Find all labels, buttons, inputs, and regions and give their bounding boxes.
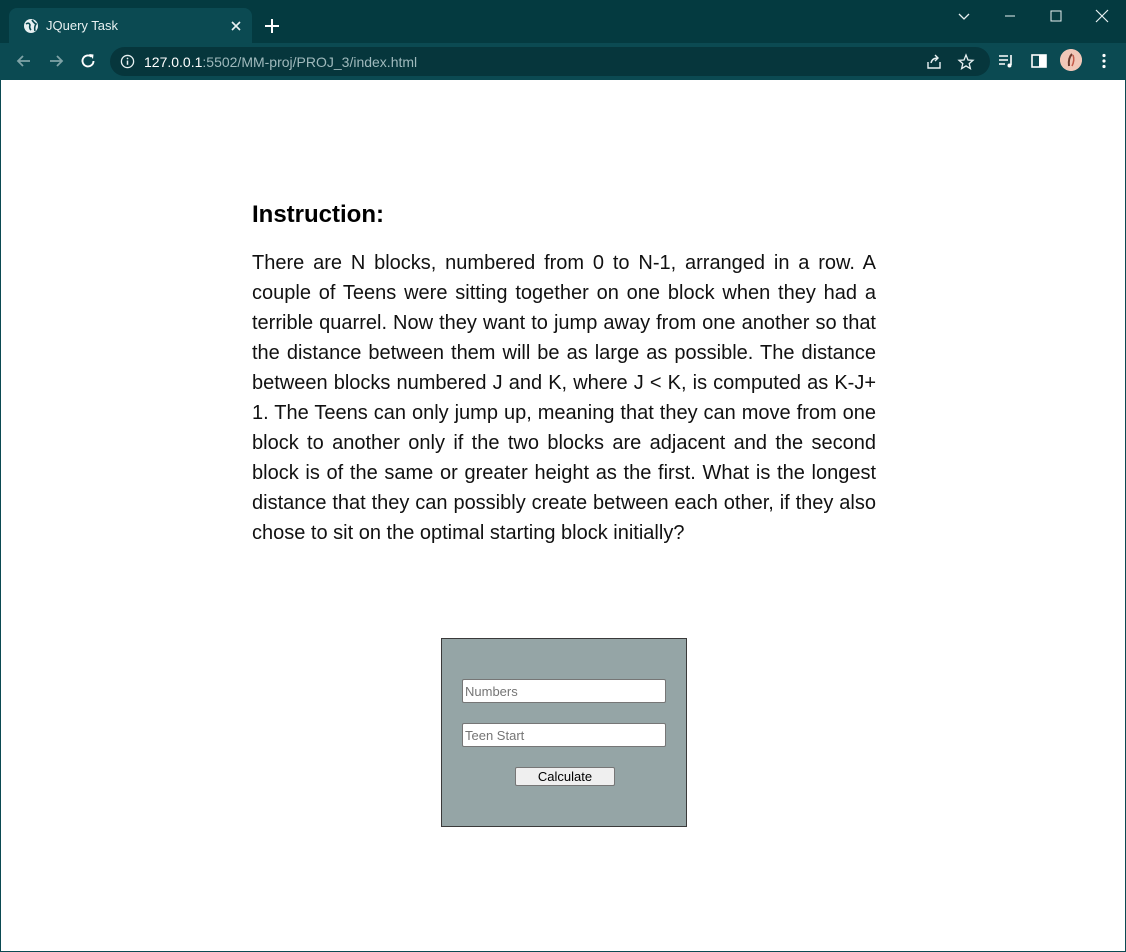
share-icon[interactable]: [925, 53, 943, 71]
new-tab-icon[interactable]: [262, 16, 282, 36]
reload-icon[interactable]: [78, 51, 98, 71]
globe-icon: [24, 19, 38, 33]
reading-list-icon[interactable]: [996, 51, 1016, 71]
instruction-heading: Instruction:: [252, 201, 384, 228]
tab-title: JQuery Task: [46, 18, 119, 33]
url-host: 127.0.0.1: [144, 54, 203, 70]
bookmark-star-icon[interactable]: [957, 53, 975, 71]
chevron-down-icon: [958, 13, 970, 20]
maximize-button[interactable]: [1033, 0, 1079, 32]
close-icon: [1095, 9, 1109, 23]
browser-tab[interactable]: JQuery Task: [9, 8, 252, 43]
calculator-form: Calculate: [441, 638, 687, 827]
maximize-icon: [1050, 10, 1062, 22]
forward-arrow-icon[interactable]: [46, 51, 66, 71]
numbers-input[interactable]: [462, 679, 666, 703]
instruction-text: There are N blocks, numbered from 0 to N…: [252, 252, 876, 544]
tab-search-button[interactable]: [941, 0, 987, 32]
teen-start-input[interactable]: [462, 723, 666, 747]
url-path: :5502/MM-proj/PROJ_3/index.html: [202, 54, 418, 70]
minimize-button[interactable]: [987, 0, 1033, 32]
calculate-button[interactable]: Calculate: [515, 767, 615, 786]
menu-kebab-icon[interactable]: [1094, 51, 1114, 71]
back-arrow-icon[interactable]: [14, 51, 34, 71]
address-bar[interactable]: 127.0.0.1:5502/MM-proj/PROJ_3/index.html: [110, 47, 990, 76]
side-panel-icon[interactable]: [1029, 51, 1049, 71]
profile-avatar[interactable]: [1060, 49, 1082, 71]
tab-strip: JQuery Task: [0, 0, 1126, 43]
avatar-image: [1060, 49, 1082, 71]
browser-toolbar: 127.0.0.1:5502/MM-proj/PROJ_3/index.html: [0, 43, 1126, 80]
minimize-icon: [1005, 15, 1015, 17]
close-window-button[interactable]: [1079, 0, 1125, 32]
url-text: 127.0.0.1:5502/MM-proj/PROJ_3/index.html: [144, 54, 417, 70]
site-info-icon[interactable]: [120, 54, 135, 69]
page-viewport: Instruction: There are N blocks, numbere…: [1, 80, 1125, 951]
close-tab-icon[interactable]: [227, 17, 245, 35]
